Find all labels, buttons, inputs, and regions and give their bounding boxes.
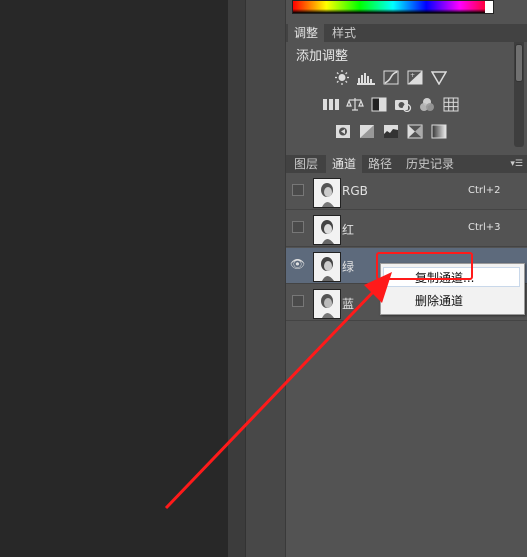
channel-thumbnail <box>313 215 341 245</box>
photo-filter-icon[interactable] <box>394 97 412 112</box>
visibility-toggle[interactable] <box>292 184 304 196</box>
tab-styles[interactable]: 样式 <box>326 24 362 42</box>
svg-text:+: + <box>410 72 415 79</box>
tab-adjustments[interactable]: 调整 <box>288 24 325 42</box>
channel-mixer-icon[interactable] <box>418 97 436 112</box>
document-canvas-area[interactable] <box>0 0 228 557</box>
panel-menu-icon[interactable]: ▾☰ <box>510 159 523 169</box>
channel-shortcut: Ctrl+2 <box>468 185 501 196</box>
selective-color-icon[interactable] <box>406 124 424 139</box>
tab-paths[interactable]: 路径 <box>362 155 398 173</box>
menu-item-delete-channel[interactable]: 删除通道 <box>415 292 463 309</box>
panel-dock-gutter <box>228 0 245 557</box>
panel-scrollbar-thumb[interactable] <box>515 44 523 82</box>
gradient-map-icon[interactable] <box>430 124 448 139</box>
channel-name: 红 <box>342 223 355 237</box>
channel-shortcut: Ctrl+3 <box>468 222 501 233</box>
tab-channels[interactable]: 通道 <box>326 155 363 173</box>
layers-panel-tab-bar: 图层 通道 路径 历史记录 ▾☰ <box>286 155 527 173</box>
channel-thumbnail <box>313 252 341 282</box>
add-adjustment-label: 添加调整 <box>296 49 349 64</box>
channel-thumbnail <box>313 178 341 208</box>
channel-name: 蓝 <box>342 297 355 311</box>
annotation-highlight-box <box>376 252 473 280</box>
color-balance-icon[interactable] <box>346 97 364 112</box>
channel-thumbnail <box>313 289 341 319</box>
adjustments-tab-bar: 调整 样式 <box>286 24 527 42</box>
posterize-icon[interactable] <box>358 124 376 139</box>
curves-icon[interactable] <box>382 70 400 85</box>
hue-saturation-icon[interactable] <box>322 97 340 112</box>
collapsed-panel-strip <box>245 0 285 557</box>
tab-history[interactable]: 历史记录 <box>400 155 460 173</box>
eye-icon[interactable]: 👁 <box>290 257 305 271</box>
channel-row-rgb[interactable]: RGB Ctrl+2 <box>286 174 527 210</box>
black-white-icon[interactable] <box>370 97 388 112</box>
threshold-icon[interactable] <box>382 124 400 139</box>
tab-layers[interactable]: 图层 <box>288 155 324 173</box>
channel-row-red[interactable]: 红 Ctrl+3 <box>286 211 527 247</box>
visibility-toggle[interactable] <box>292 295 304 307</box>
invert-icon[interactable] <box>334 124 352 139</box>
brightness-contrast-icon[interactable] <box>333 70 351 85</box>
channel-name: 绿 <box>342 260 355 274</box>
visibility-toggle[interactable] <box>292 221 304 233</box>
exposure-icon[interactable]: + <box>406 70 424 85</box>
levels-icon[interactable] <box>357 70 375 85</box>
color-spectrum-ramp[interactable] <box>292 0 494 14</box>
color-lookup-icon[interactable] <box>442 97 460 112</box>
vibrance-icon[interactable] <box>430 70 448 85</box>
channel-name: RGB <box>342 184 368 198</box>
